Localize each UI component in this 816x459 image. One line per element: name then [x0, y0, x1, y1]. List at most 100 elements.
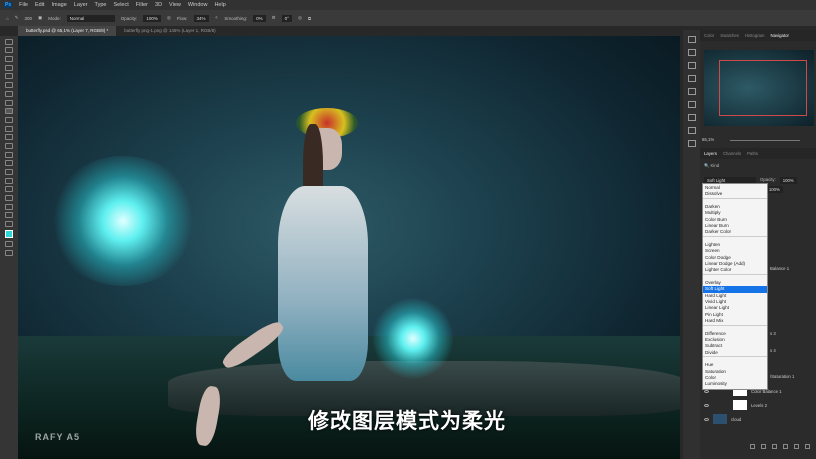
menu-view[interactable]: View — [169, 2, 181, 8]
watermark-logo: RAFY A5 — [35, 432, 81, 442]
menu-select[interactable]: Select — [113, 2, 128, 8]
link-icon[interactable] — [750, 444, 755, 449]
more-tools-icon[interactable] — [5, 221, 13, 228]
blend-option[interactable]: Luminosity — [703, 381, 767, 387]
hand-tool-icon[interactable] — [5, 203, 13, 210]
history-brush-icon[interactable] — [5, 125, 13, 132]
blur-tool-icon[interactable] — [5, 151, 13, 158]
tab-butterfly-psd[interactable]: butterfly.psd @ 65,1% (Layer 7, RGB/8) * — [18, 26, 117, 36]
fx-icon[interactable] — [761, 444, 766, 449]
document-canvas[interactable]: 修改图层模式为柔光 RAFY A5 — [18, 36, 680, 459]
brush-settings-icon[interactable] — [687, 49, 696, 56]
menu-file[interactable]: File — [19, 2, 28, 8]
group-icon[interactable] — [794, 444, 799, 449]
visibility-eye-icon[interactable] — [704, 389, 709, 393]
dodge-tool-icon[interactable] — [5, 160, 13, 167]
pen-tool-icon[interactable] — [5, 169, 13, 175]
kind-filter[interactable]: Kind — [711, 163, 720, 168]
layers-icon[interactable] — [687, 140, 696, 147]
foreground-color-swatch[interactable] — [5, 230, 13, 239]
opacity-field[interactable]: 100% — [143, 14, 161, 22]
cube-icon[interactable] — [687, 75, 696, 82]
menu-image[interactable]: Image — [51, 2, 66, 8]
menu-help[interactable]: Help — [214, 2, 225, 8]
screen-mode-icon[interactable] — [5, 249, 13, 256]
gear-icon[interactable]: ⚙ — [272, 15, 276, 21]
zoom-tool-icon[interactable] — [5, 212, 13, 219]
tab-channels[interactable]: Channels — [723, 151, 741, 156]
navigator-view-box[interactable] — [719, 60, 807, 116]
shape-tool-icon[interactable] — [5, 195, 13, 202]
layer-filter[interactable]: 🔍 Kind — [704, 163, 719, 169]
tab-butterfly-png[interactable]: butterfly png-1.png @ 145% (Layer 1, RGB… — [116, 26, 223, 36]
brush-size[interactable]: 300 — [25, 16, 33, 21]
layer-row[interactable]: Levels 2 — [704, 398, 814, 412]
photoshop-logo: Ps — [4, 2, 13, 8]
menu-3d[interactable]: 3D — [155, 2, 162, 8]
move-tool-icon[interactable] — [5, 38, 13, 45]
crop-tool-icon[interactable] — [5, 73, 13, 80]
eraser-tool-icon[interactable] — [5, 134, 13, 141]
glowing-butterfly-right — [373, 296, 453, 381]
tab-histogram[interactable]: Histogram — [745, 33, 765, 38]
character-icon[interactable] — [687, 114, 696, 121]
paragraph-icon[interactable] — [687, 127, 696, 134]
stamp-tool-icon[interactable] — [5, 116, 13, 123]
layer-name: cloud — [731, 416, 742, 422]
fill-field[interactable]: 100% — [765, 186, 783, 193]
home-icon[interactable]: ⌂ — [6, 16, 9, 21]
layer-actions — [750, 444, 816, 449]
lasso-tool-icon[interactable] — [5, 56, 13, 63]
brush-tool-icon[interactable] — [5, 108, 13, 115]
menu-window[interactable]: Window — [188, 2, 208, 8]
brush-panel-icon[interactable]: ▣ — [38, 15, 42, 21]
angle-field[interactable]: 0° — [281, 14, 292, 22]
menu-type[interactable]: Type — [95, 2, 107, 8]
visibility-eye-icon[interactable] — [704, 417, 709, 421]
menu-edit[interactable]: Edit — [35, 2, 44, 8]
frame-tool-icon[interactable] — [5, 82, 13, 89]
path-select-icon[interactable] — [5, 186, 13, 193]
history-icon[interactable] — [687, 36, 696, 43]
styles-icon[interactable] — [687, 101, 696, 108]
tab-layers[interactable]: Layers — [704, 151, 717, 156]
layer-mask-thumbnail — [733, 400, 747, 410]
menu-layer[interactable]: Layer — [74, 2, 88, 8]
visibility-eye-icon[interactable] — [704, 403, 709, 407]
mask-icon[interactable] — [772, 444, 777, 449]
adjustment-layer-icon[interactable] — [783, 444, 788, 449]
mode-label: Mode: — [48, 15, 61, 21]
tab-color[interactable]: Color — [704, 33, 714, 38]
tools-panel — [0, 36, 18, 459]
tab-navigator[interactable]: Navigator — [771, 33, 789, 38]
pressure-size-icon[interactable]: ◎ — [298, 15, 302, 21]
flow-field[interactable]: 34% — [193, 14, 209, 22]
layer-opacity-field[interactable]: 100% — [779, 177, 797, 184]
navigator-preview[interactable] — [704, 50, 814, 126]
marquee-tool-icon[interactable] — [5, 47, 13, 54]
tab-paths[interactable]: Paths — [747, 151, 758, 156]
airbrush-icon[interactable]: ✧ — [215, 15, 219, 21]
quick-select-tool-icon[interactable] — [5, 64, 13, 71]
tab-swatches[interactable]: Swatches — [720, 33, 739, 38]
healing-tool-icon[interactable] — [5, 99, 13, 106]
brush-icon[interactable]: ✎ — [15, 15, 19, 21]
properties-icon[interactable] — [687, 88, 696, 95]
symmetry-icon[interactable]: ⧉ — [308, 16, 311, 21]
gradient-tool-icon[interactable] — [5, 142, 13, 149]
pressure-opacity-icon[interactable]: ◎ — [167, 15, 171, 21]
video-subtitle: 修改图层模式为柔光 — [308, 409, 506, 433]
blend-mode-dropdown[interactable]: Normal Dissolve Darken Multiply Color Burn Li… — [702, 183, 768, 390]
type-tool-icon[interactable] — [5, 177, 13, 184]
mode-select[interactable]: Normal — [66, 14, 115, 22]
eyedropper-tool-icon[interactable] — [5, 90, 13, 97]
quick-mask-icon[interactable] — [5, 241, 13, 248]
navigator-zoom-slider[interactable] — [730, 140, 800, 141]
woman-dress — [278, 186, 368, 381]
adjustments-icon[interactable] — [687, 62, 696, 69]
new-layer-icon[interactable] — [805, 444, 810, 449]
layer-row[interactable]: cloud — [704, 412, 814, 426]
navigator-zoom-value[interactable]: 65,1% — [702, 137, 714, 142]
menu-filter[interactable]: Filter — [136, 2, 148, 8]
smoothing-field[interactable]: 0% — [253, 14, 266, 22]
